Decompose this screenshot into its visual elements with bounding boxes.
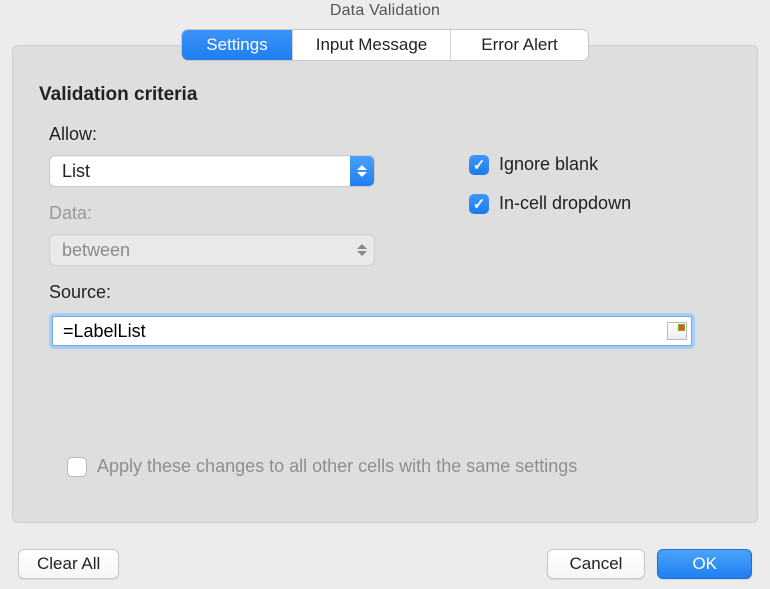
clear-all-button[interactable]: Clear All (18, 549, 119, 579)
window-title: Data Validation (0, 0, 770, 30)
apply-all-checkbox: Apply these changes to all other cells w… (67, 456, 577, 477)
dialog-footer: Clear All Cancel OK (0, 549, 770, 579)
ok-button[interactable]: OK (657, 549, 752, 579)
tab-error-alert[interactable]: Error Alert (450, 30, 588, 60)
in-cell-dropdown-checkbox[interactable]: ✓ In-cell dropdown (469, 193, 631, 214)
ignore-blank-checkbox[interactable]: ✓ Ignore blank (469, 154, 631, 175)
cancel-button[interactable]: Cancel (547, 549, 646, 579)
chevron-updown-icon (350, 156, 374, 186)
allow-value: List (62, 161, 350, 182)
allow-label: Allow: (49, 124, 399, 145)
tab-bar: Settings Input Message Error Alert (182, 30, 588, 60)
range-picker-icon[interactable] (667, 322, 687, 340)
allow-select[interactable]: List (49, 155, 375, 187)
checkmark-icon: ✓ (469, 194, 489, 214)
in-cell-dropdown-label: In-cell dropdown (499, 193, 631, 214)
data-value: between (62, 240, 350, 261)
checkmark-icon: ✓ (469, 155, 489, 175)
ignore-blank-label: Ignore blank (499, 154, 598, 175)
section-title: Validation criteria (39, 84, 731, 106)
data-label: Data: (49, 203, 399, 224)
tab-input-message[interactable]: Input Message (292, 30, 450, 60)
data-select: between (49, 234, 375, 266)
settings-panel: Validation criteria Allow: List Data: be… (12, 45, 758, 523)
tab-settings[interactable]: Settings (182, 30, 292, 60)
apply-all-label: Apply these changes to all other cells w… (97, 456, 577, 477)
chevron-updown-icon (350, 235, 374, 265)
checkbox-empty-icon (67, 457, 87, 477)
source-label: Source: (49, 282, 399, 303)
